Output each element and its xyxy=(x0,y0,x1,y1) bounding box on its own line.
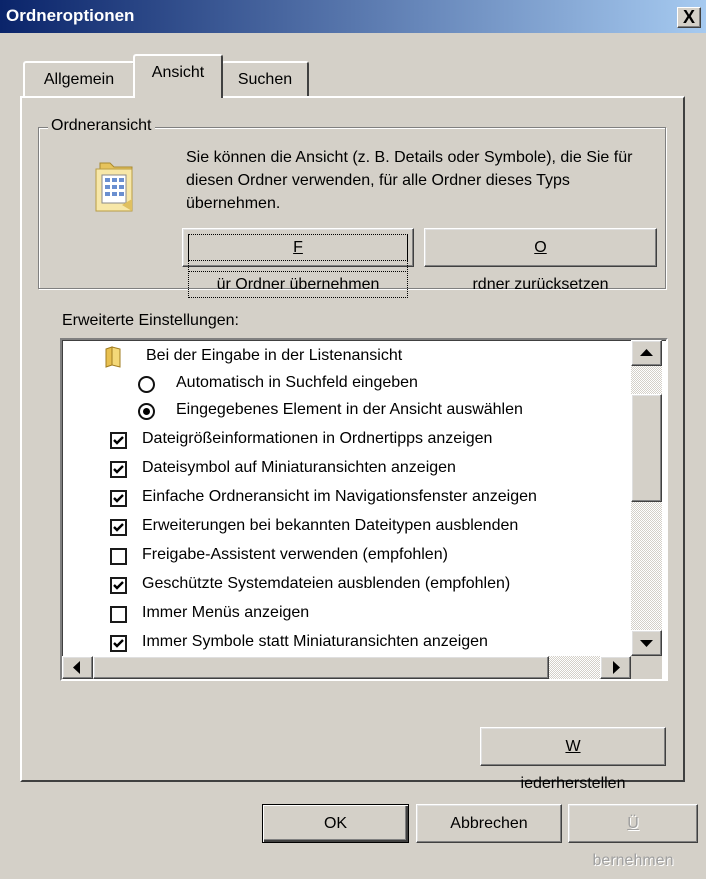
restore-defaults-button[interactable]: Wiederherstellen xyxy=(480,727,666,792)
list-item[interactable]: Geschützte Systemdateien ausblenden (emp… xyxy=(62,572,631,599)
list-item[interactable]: Immer Menüs anzeigen xyxy=(62,601,631,628)
radio-button[interactable] xyxy=(138,376,155,393)
list-item-label: Bei der Eingabe in der Listenansicht xyxy=(146,347,403,364)
list-item[interactable]: Erweiterungen bei bekannten Dateitypen a… xyxy=(62,514,631,541)
arrow-right-icon xyxy=(613,661,620,674)
scroll-left-button[interactable] xyxy=(62,656,93,679)
radio-dot xyxy=(143,408,150,415)
list-item[interactable]: Eingegebenes Element in der Ansicht ausw… xyxy=(62,398,631,425)
checkbox[interactable] xyxy=(110,606,127,623)
scroll-right-button[interactable] xyxy=(600,656,631,679)
arrow-up-icon xyxy=(640,349,653,356)
tab-suchen[interactable]: Suchen xyxy=(221,61,309,97)
radio-button[interactable] xyxy=(138,403,155,420)
mnemonic: W xyxy=(565,738,581,755)
list-item-label: Eingegebenes Element in der Ansicht ausw… xyxy=(176,401,523,418)
list-item[interactable]: Dateisymbol auf Miniaturansichten anzeig… xyxy=(62,456,631,483)
vertical-scroll-thumb[interactable] xyxy=(631,394,662,502)
list-item-label: Dateigrößeinformationen in Ordnertipps a… xyxy=(142,430,493,447)
list-item[interactable]: Freigabe-Assistent verwenden (empfohlen) xyxy=(62,543,631,570)
vertical-scrollbar[interactable] xyxy=(631,340,662,656)
list-item-label: Einfache Ordneransicht im Navigationsfen… xyxy=(142,488,537,505)
button-label: Abbrechen xyxy=(450,815,528,832)
list-item[interactable]: Bei der Eingabe in der Listenansicht xyxy=(62,344,631,371)
button-label: OK xyxy=(323,815,348,832)
list-item[interactable]: Dateigrößeinformationen in Ordnertipps a… xyxy=(62,427,631,454)
cancel-button[interactable]: Abbrechen xyxy=(416,804,562,843)
folder-view-group-label: Ordneransicht xyxy=(48,117,155,135)
scroll-down-button[interactable] xyxy=(631,630,662,656)
checkbox[interactable] xyxy=(110,519,127,536)
checkbox[interactable] xyxy=(110,577,127,594)
scroll-up-button[interactable] xyxy=(631,340,662,366)
button-label: bernehmen xyxy=(592,852,674,869)
checkbox[interactable] xyxy=(110,432,127,449)
ok-button[interactable]: OK xyxy=(262,804,409,843)
folder-icon xyxy=(104,346,124,373)
checkbox[interactable] xyxy=(110,635,127,652)
tab-label: Allgemein xyxy=(43,71,115,88)
close-icon: X xyxy=(683,7,696,27)
reset-folders-button[interactable]: Ordner zurücksetzen xyxy=(424,228,657,293)
apply-to-folders-button[interactable]: Für Ordner übernehmen xyxy=(182,228,414,298)
advanced-settings-label: Erweiterte Einstellungen: xyxy=(62,312,239,329)
tab-label: Ansicht xyxy=(151,64,205,81)
title-bar[interactable]: Ordneroptionen X xyxy=(0,0,706,33)
list-item[interactable]: Automatisch in Suchfeld eingeben xyxy=(62,371,631,398)
tab-label: Suchen xyxy=(237,71,293,88)
arrow-left-icon xyxy=(73,661,80,674)
list-item-label: Immer Menüs anzeigen xyxy=(142,604,310,621)
mnemonic: F xyxy=(183,229,413,266)
folder-view-description: Sie können die Ansicht (z. B. Details od… xyxy=(186,149,633,212)
mnemonic: Ü xyxy=(627,815,639,832)
advanced-settings-list[interactable]: Bei der Eingabe in der Listenansicht Aut… xyxy=(60,338,668,681)
list-item[interactable]: Immer Symbole statt Miniaturansichten an… xyxy=(62,630,631,657)
horizontal-scroll-thumb[interactable] xyxy=(93,656,549,679)
list-item-label: Freigabe-Assistent verwenden (empfohlen) xyxy=(142,546,448,563)
list-item-label: Erweiterungen bei bekannten Dateitypen a… xyxy=(142,517,519,534)
list-item-label: Automatisch in Suchfeld eingeben xyxy=(176,374,418,391)
list-item-label: Geschützte Systemdateien ausblenden (emp… xyxy=(142,575,511,592)
checkbox[interactable] xyxy=(110,548,127,565)
arrow-down-icon xyxy=(640,640,653,647)
tab-allgemein[interactable]: Allgemein xyxy=(23,61,135,97)
mnemonic: O xyxy=(534,239,547,256)
folder-view-icon xyxy=(86,155,142,217)
button-label: rdner zurücksetzen xyxy=(472,276,609,293)
apply-button[interactable]: Übernehmen xyxy=(568,804,698,869)
button-label: ür Ordner übernehmen xyxy=(183,266,413,303)
close-button[interactable]: X xyxy=(677,7,701,28)
window-title: Ordneroptionen xyxy=(6,6,135,25)
list-item-label: Immer Symbole statt Miniaturansichten an… xyxy=(142,633,488,650)
checkbox[interactable] xyxy=(110,461,127,478)
checkbox[interactable] xyxy=(110,490,127,507)
list-item[interactable]: Einfache Ordneransicht im Navigationsfen… xyxy=(62,485,631,512)
horizontal-scrollbar[interactable] xyxy=(62,656,631,679)
tab-ansicht[interactable]: Ansicht xyxy=(133,54,223,98)
folder-options-dialog: Ordneroptionen X Allgemein Ansicht Suche… xyxy=(0,0,706,869)
button-label: iederherstellen xyxy=(520,775,626,792)
scrollbar-corner xyxy=(631,656,662,679)
list-item-label: Dateisymbol auf Miniaturansichten anzeig… xyxy=(142,459,456,476)
